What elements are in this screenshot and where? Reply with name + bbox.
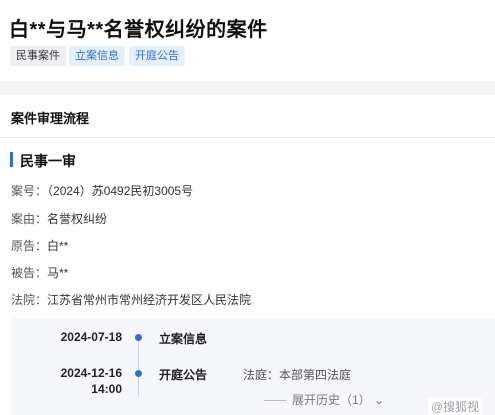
timeline-dot-2 <box>135 370 142 377</box>
case-title: 白**与马**名誉权纠纷的案件 <box>9 19 268 41</box>
divider <box>0 137 495 138</box>
tag-hearing-notice[interactable]: 开庭公告 <box>129 46 185 66</box>
watermark: @搜狐视 <box>428 398 483 415</box>
timeline-date-2: 2024-12-16 <box>60 366 122 380</box>
cause-row: 案由：名誉权纠纷 <box>11 210 107 227</box>
tag-civil-case: 民事案件 <box>10 46 66 66</box>
stage-accent-bar <box>10 152 13 167</box>
defendant-label: 被告： <box>11 266 48 280</box>
timeline-dot-1 <box>135 334 142 341</box>
timeline-detail-2: 法庭：本部第四法庭 <box>243 368 352 382</box>
expand-left-line <box>264 400 286 402</box>
section-title: 案件审理流程 <box>11 111 90 126</box>
defendant-value: 马** <box>47 266 69 280</box>
tag-filing-info[interactable]: 立案信息 <box>69 46 125 66</box>
plaintiff-value: 白** <box>47 239 69 253</box>
stage-title: 民事一审 <box>20 153 76 169</box>
court-value: 江苏省常州市常州经济开发区人民法院 <box>47 293 252 307</box>
timeline-event-2: 开庭公告 <box>159 368 208 382</box>
court-row: 法院：江苏省常州市常州经济开发区人民法院 <box>11 291 251 308</box>
timeline-time-2: 14:00 <box>91 382 122 396</box>
plaintiff-label: 原告： <box>11 239 48 253</box>
timeline-date-1: 2024-07-18 <box>60 330 122 344</box>
case-number-value: （2024）苏0492民初3005号 <box>47 184 194 198</box>
court-label: 法院： <box>11 293 48 307</box>
plaintiff-row: 原告：白** <box>11 237 68 254</box>
section-gap <box>0 81 495 95</box>
timeline-line <box>138 337 139 397</box>
cause-value: 名誉权纠纷 <box>47 212 108 226</box>
cause-label: 案由： <box>11 212 48 226</box>
expand-history-label: 展开历史（1） <box>292 393 371 407</box>
chevron-down-icon: ⌄ <box>374 393 385 407</box>
defendant-row: 被告：马** <box>11 264 68 281</box>
case-number-row: 案号：（2024）苏0492民初3005号 <box>11 182 193 199</box>
timeline-event-1: 立案信息 <box>159 332 208 346</box>
expand-history-button[interactable]: 展开历史（1） ⌄ <box>258 391 384 408</box>
case-number-label: 案号： <box>11 184 48 198</box>
